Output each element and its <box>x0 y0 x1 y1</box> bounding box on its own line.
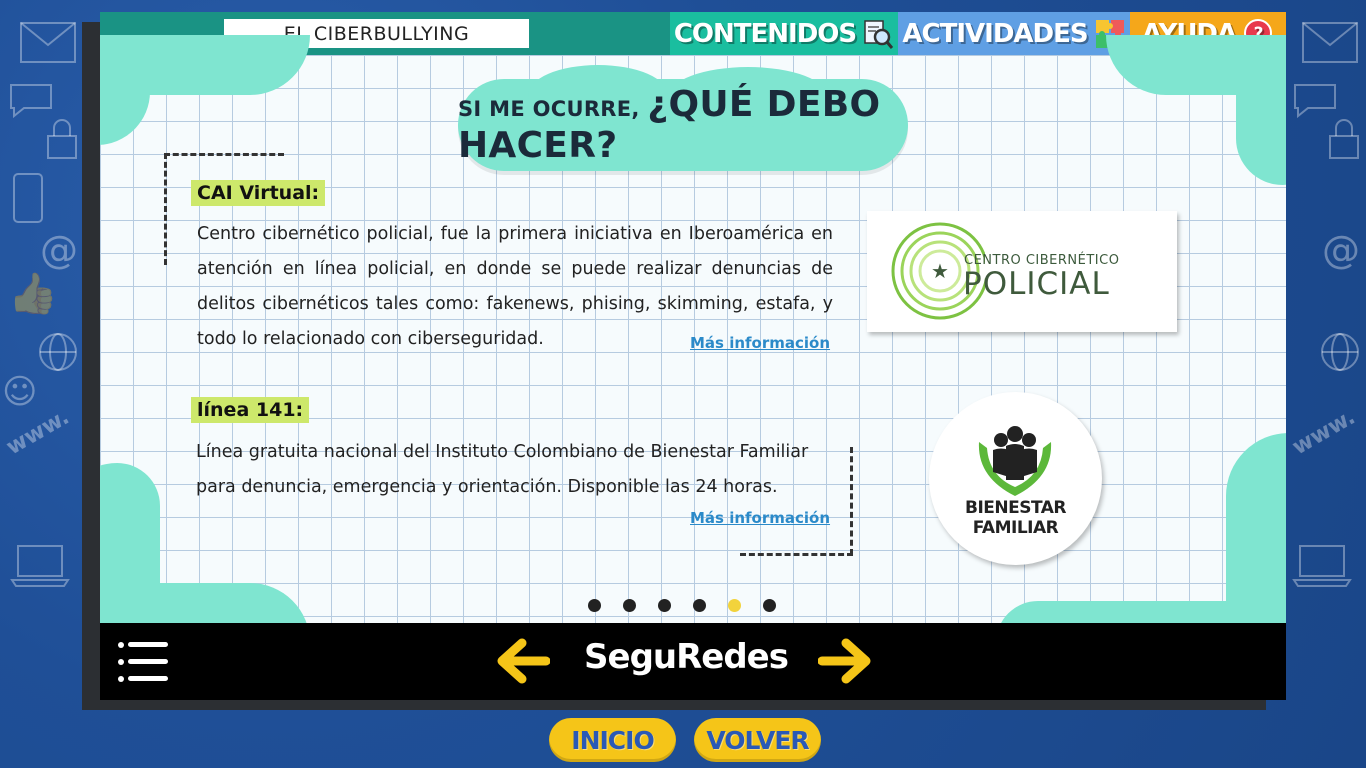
previous-arrow-icon[interactable] <box>496 637 551 685</box>
decor-blob <box>100 463 160 633</box>
decor-blob <box>100 45 150 145</box>
page-dot-4[interactable] <box>693 599 706 612</box>
tab-actividades[interactable]: ACTIVIDADES <box>898 12 1130 55</box>
volver-button[interactable]: VOLVER <box>694 718 821 762</box>
page-dot-2[interactable] <box>623 599 636 612</box>
family-hands-icon <box>978 426 1052 496</box>
www-doodle-right-icon: www. <box>1288 404 1360 461</box>
at-sign-doodle-right-icon: @ <box>1322 228 1360 272</box>
inicio-button[interactable]: INICIO <box>549 718 676 762</box>
section-text-141: Línea gratuita nacional del Instituto Co… <box>196 442 809 497</box>
menu-icon[interactable] <box>118 641 170 683</box>
globe-doodle-icon <box>36 330 80 378</box>
policial-logo-line2: POLICIAL <box>963 266 1110 302</box>
more-info-link-cai[interactable]: Más información <box>690 334 830 352</box>
section-tag-cai: CAI Virtual: <box>191 180 326 206</box>
phone-doodle-icon <box>8 170 48 230</box>
tab-contenidos[interactable]: CONTENIDOS <box>670 12 898 55</box>
page-dot-5-active[interactable] <box>728 599 741 612</box>
policial-logo: ★ CENTRO CIBERNÉTICO POLICIAL <box>867 211 1177 332</box>
envelope-doodle-right-icon <box>1300 20 1360 69</box>
section-tag-141: línea 141: <box>191 397 310 423</box>
svg-text:★: ★ <box>931 259 949 283</box>
at-sign-doodle-icon: @ <box>40 228 78 272</box>
bienestar-logo-line1: BIENESTAR <box>964 498 1067 518</box>
smiley-doodle-icon: ☺ <box>2 372 38 412</box>
search-document-icon <box>862 18 894 50</box>
dashed-corner <box>740 553 853 556</box>
page-dot-3[interactable] <box>658 599 671 612</box>
laptop-doodle-right-icon <box>1290 540 1354 592</box>
pagination-dots <box>588 599 776 612</box>
dashed-corner <box>164 153 167 265</box>
bottom-bar: SeguRedes <box>100 623 1286 700</box>
tab-actividades-label: ACTIVIDADES <box>902 18 1088 49</box>
tab-contenidos-label: CONTENIDOS <box>673 18 857 49</box>
thumbs-up-doodle-icon: 👍 <box>8 271 58 317</box>
app-frame: EL CIBERBULLYING CONTENIDOS ACTIVIDADES <box>100 12 1286 700</box>
dashed-corner <box>164 153 284 156</box>
dashed-corner <box>850 447 853 555</box>
decor-blob <box>1236 45 1286 185</box>
page-heading-prefix: SI ME OCURRE, <box>458 97 640 121</box>
laptop-doodle-icon <box>8 540 72 592</box>
globe-doodle-right-icon <box>1318 330 1362 378</box>
more-info-link-141[interactable]: Más información <box>690 509 830 527</box>
lock-doodle-icon <box>44 118 80 166</box>
content-area: SI ME OCURRE, ¿QUÉ DEBO HACER? CAI Virtu… <box>100 35 1286 643</box>
heading-cloud: SI ME OCURRE, ¿QUÉ DEBO HACER? <box>458 65 908 171</box>
bienestar-logo-line2: FAMILIAR <box>972 518 1059 538</box>
brand-logo: SeguRedes <box>584 637 789 677</box>
page-dot-6[interactable] <box>763 599 776 612</box>
bienestar-logo: BIENESTAR FAMILIAR <box>929 392 1102 565</box>
page-heading: SI ME OCURRE, ¿QUÉ DEBO HACER? <box>458 84 908 166</box>
page-dot-1[interactable] <box>588 599 601 612</box>
lock-doodle-right-icon <box>1326 118 1362 166</box>
www-doodle-icon: www. <box>2 404 74 461</box>
envelope-doodle-icon <box>18 20 78 69</box>
decor-blob <box>1226 433 1286 633</box>
next-arrow-icon[interactable] <box>817 637 872 685</box>
